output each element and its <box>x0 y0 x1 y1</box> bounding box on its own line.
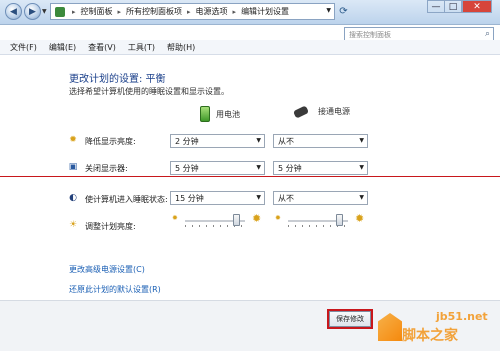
page-title: 更改计划的设置: 平衡 <box>69 74 166 85</box>
back-button[interactable]: ◀ <box>5 3 22 20</box>
sleep-label: 使计算机进入睡眠状态: <box>85 195 168 204</box>
turn-off-display-label: 关闭显示器: <box>85 164 128 173</box>
brightness-icon: ☀ <box>68 220 78 230</box>
page-subtitle: 选择希望计算机使用的睡眠设置和显示设置。 <box>69 87 229 96</box>
breadcrumb-control-panel[interactable]: 控制面板 <box>81 6 113 17</box>
turn-off-display-plugged-select[interactable]: 5 分钟 ▼ <box>273 161 368 175</box>
chevron-down-icon: ▼ <box>359 164 364 171</box>
minimize-icon: — <box>431 1 441 12</box>
select-value: 5 分钟 <box>175 164 199 173</box>
menu-help[interactable]: 帮助(H) <box>167 42 195 53</box>
sleep-moon-icon: ◐ <box>69 193 77 203</box>
forward-arrow-icon: ▶ <box>29 6 36 17</box>
watermark-brand: 脚本之家 <box>402 328 458 344</box>
refresh-icon[interactable]: ⟳ <box>337 5 350 18</box>
chevron-down-icon: ▼ <box>359 194 364 201</box>
address-dropdown-icon[interactable]: ▼ <box>326 7 331 14</box>
restore-defaults-link[interactable]: 还原此计划的默认设置(R) <box>69 284 161 295</box>
back-arrow-icon: ◀ <box>10 6 17 17</box>
chevron-down-icon: ▼ <box>256 194 261 201</box>
chevron-down-icon: ▼ <box>359 137 364 144</box>
advanced-settings-link[interactable]: 更改高级电源设置(C) <box>69 264 145 275</box>
slider-thumb[interactable] <box>233 214 240 226</box>
chevron-down-icon: ▼ <box>256 137 261 144</box>
select-value: 5 分钟 <box>278 164 302 173</box>
column-plugged: 接通电源 <box>292 104 350 119</box>
history-dropdown-icon[interactable]: ▼ <box>42 8 47 15</box>
red-guide-line <box>0 176 500 177</box>
control-panel-icon <box>55 6 65 17</box>
brightness-label: 调整计划亮度: <box>85 222 136 231</box>
maximize-button[interactable]: □ <box>444 0 462 13</box>
slider-thumb[interactable] <box>336 214 343 226</box>
breadcrumb-separator-icon[interactable]: ▸ <box>233 8 237 16</box>
search-placeholder: 搜索控制面板 <box>349 31 391 39</box>
brightness-plugged-slider[interactable] <box>288 214 348 228</box>
close-button[interactable]: ✕ <box>462 0 492 13</box>
dim-display-battery-select[interactable]: 2 分钟 ▼ <box>170 134 265 148</box>
column-battery: 用电池 <box>200 106 240 122</box>
title-bar: ◀ ▶ ▼ ▸ 控制面板 ▸ 所有控制面板项 ▸ 电源选项 ▸ 编辑计划设置 ▼… <box>0 0 500 25</box>
sleep-battery-select[interactable]: 15 分钟 ▼ <box>170 191 265 205</box>
column-plugged-label: 接通电源 <box>318 107 350 116</box>
menu-bar: 文件(F) 编辑(E) 查看(V) 工具(T) 帮助(H) <box>0 40 500 55</box>
breadcrumb-separator-icon[interactable]: ▸ <box>72 8 76 16</box>
menu-file[interactable]: 文件(F) <box>10 42 37 53</box>
breadcrumb-power-options[interactable]: 电源选项 <box>196 6 228 17</box>
menu-view[interactable]: 查看(V) <box>88 42 116 53</box>
search-icon[interactable]: ⌕ <box>485 29 490 39</box>
brightness-battery-slider[interactable] <box>185 214 245 228</box>
close-icon: ✕ <box>473 1 481 12</box>
breadcrumb-separator-icon[interactable]: ▸ <box>187 8 191 16</box>
battery-icon <box>200 106 210 122</box>
dim-brightness-icon: ✹ <box>69 135 77 145</box>
brightness-low-icon: ✹ <box>275 214 281 222</box>
brightness-high-icon: ✹ <box>252 212 262 225</box>
sleep-plugged-select[interactable]: 从不 ▼ <box>273 191 368 205</box>
dim-display-plugged-select[interactable]: 从不 ▼ <box>273 134 368 148</box>
monitor-icon: ▣ <box>68 162 78 172</box>
menu-tools[interactable]: 工具(T) <box>128 42 155 53</box>
column-battery-label: 用电池 <box>216 109 240 119</box>
dim-display-label: 降低显示亮度: <box>85 137 136 146</box>
select-value: 15 分钟 <box>175 194 204 203</box>
menu-edit[interactable]: 编辑(E) <box>49 42 76 53</box>
address-bar[interactable]: ▸ 控制面板 ▸ 所有控制面板项 ▸ 电源选项 ▸ 编辑计划设置 ▼ <box>50 3 335 20</box>
maximize-icon: □ <box>448 1 458 12</box>
save-changes-button[interactable]: 保存修改 <box>327 309 373 329</box>
breadcrumb-separator-icon[interactable]: ▸ <box>118 8 122 16</box>
watermark-url: jb51.net <box>436 310 488 323</box>
breadcrumb-edit-plan[interactable]: 编辑计划设置 <box>241 6 289 17</box>
forward-button[interactable]: ▶ <box>24 3 41 20</box>
chevron-down-icon: ▼ <box>256 164 261 171</box>
breadcrumb-all-items[interactable]: 所有控制面板项 <box>126 6 182 17</box>
select-value: 从不 <box>278 194 294 203</box>
select-value: 从不 <box>278 137 294 146</box>
brightness-low-icon: ✹ <box>172 214 178 222</box>
select-value: 2 分钟 <box>175 137 199 146</box>
minimize-button[interactable]: — <box>427 0 445 13</box>
brightness-high-icon: ✹ <box>355 212 365 225</box>
turn-off-display-battery-select[interactable]: 5 分钟 ▼ <box>170 161 265 175</box>
power-plug-icon <box>292 104 310 119</box>
